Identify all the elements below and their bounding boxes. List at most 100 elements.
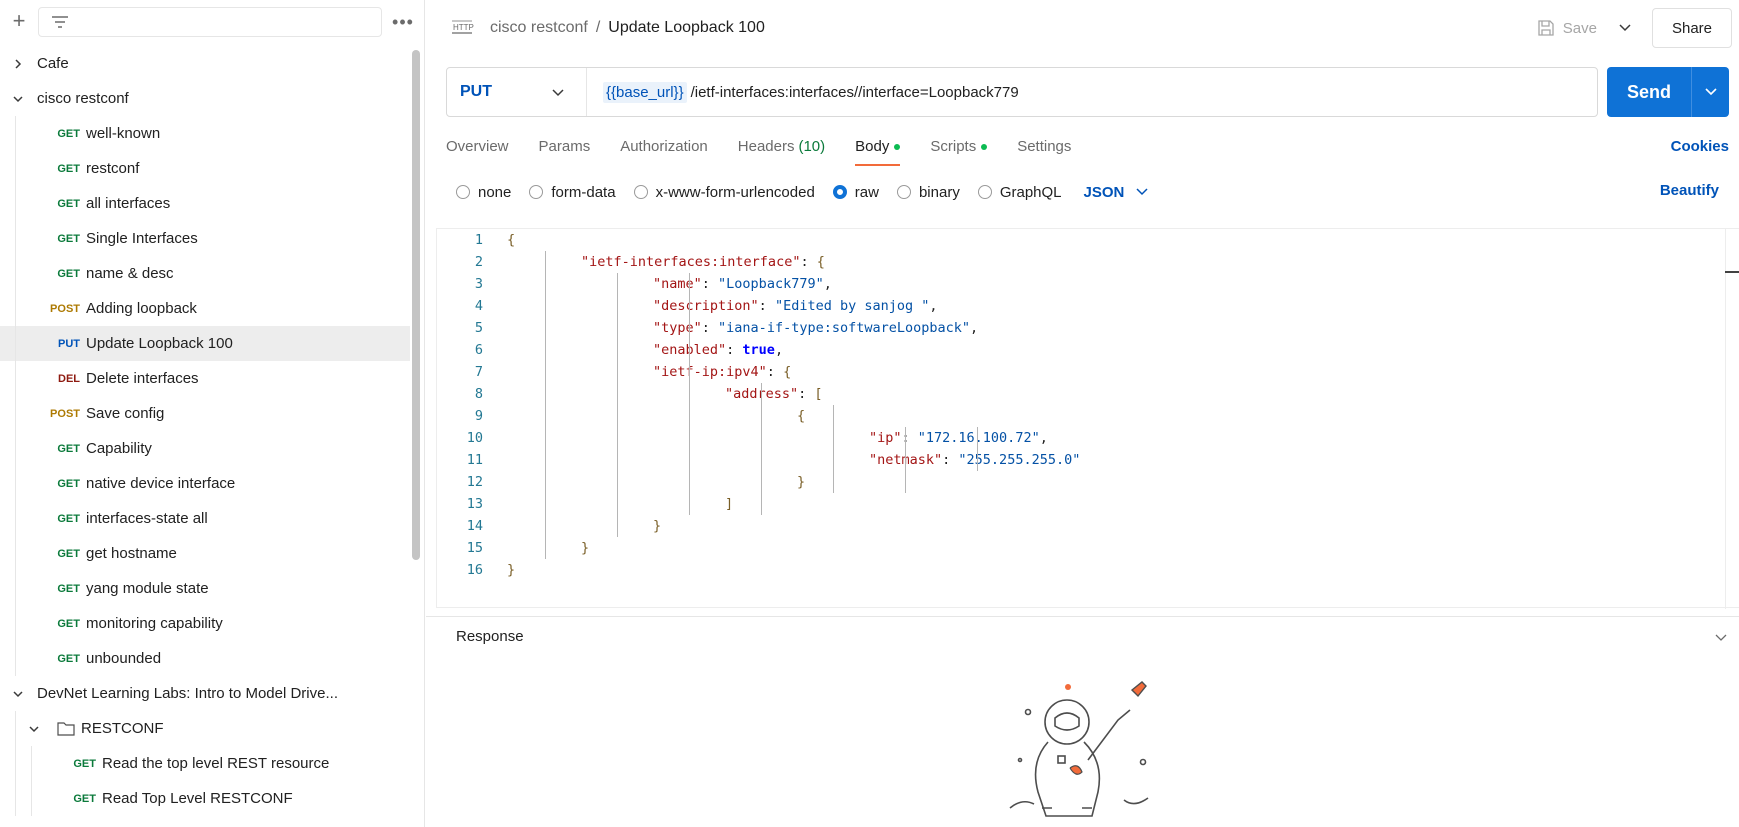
sidebar-request-item[interactable]: GET name & desc: [0, 256, 410, 291]
line-number: 9: [474, 408, 483, 424]
line-number: 8: [474, 386, 483, 402]
sidebar-request-item[interactable]: POST Save config: [0, 396, 410, 431]
method-badge: GET: [57, 582, 80, 595]
breadcrumb: cisco restconf / Update Loopback 100: [490, 19, 765, 37]
code-line: "enabled": true,: [653, 342, 784, 358]
sidebar-request-item[interactable]: GET native device interface: [0, 466, 410, 501]
filter-input[interactable]: [38, 7, 382, 37]
line-number: 3: [474, 276, 483, 292]
chevron-down-icon[interactable]: [27, 722, 41, 736]
svg-text:HTTP: HTTP: [453, 23, 474, 32]
radio-circle[interactable]: [832, 185, 847, 199]
code-editor[interactable]: 1 2 3 4 5 6 7 8 9 10 11 12 13 14 15 16 { "ietf-interfac…: [436, 228, 1739, 609]
tab-body[interactable]: Body: [855, 130, 901, 166]
tab-body-label: Body: [855, 138, 890, 155]
code-line: }: [797, 474, 806, 490]
radio-binary[interactable]: binary: [896, 184, 960, 201]
sidebar-request-item[interactable]: DEL Delete interfaces: [0, 361, 410, 396]
tree-guide: [15, 536, 16, 571]
tab-headers[interactable]: Headers (10): [738, 130, 825, 166]
indent-guide: [833, 405, 834, 493]
sidebar-request-item[interactable]: GET yang module state: [0, 571, 410, 606]
tree-guide: [15, 606, 16, 641]
sidebar-request-item[interactable]: GET interfaces-state all: [0, 501, 410, 536]
tab-settings[interactable]: Settings: [1017, 130, 1071, 166]
radio-circle[interactable]: [977, 185, 992, 199]
astronaut-illustration: [1009, 681, 1149, 817]
chevron-down-icon[interactable]: [11, 92, 25, 106]
chevron-right-icon[interactable]: [11, 57, 25, 71]
sidebar-request-item[interactable]: GET unbounded: [0, 641, 410, 676]
sidebar-request-item[interactable]: GET well-known: [0, 116, 410, 151]
sidebar-request-item[interactable]: GET Read Top Level RESTCONF: [0, 781, 410, 816]
chevron-down-icon[interactable]: [1715, 629, 1727, 645]
format-select[interactable]: JSON: [1084, 184, 1149, 201]
request-name: Delete interfaces: [86, 370, 199, 387]
method-badge: PUT: [58, 337, 80, 350]
sidebar-request-item[interactable]: GET Single Interfaces: [0, 221, 410, 256]
folder-restconf[interactable]: RESTCONF: [0, 711, 410, 746]
code-line: }: [653, 518, 662, 534]
sidebar-request-item[interactable]: GET get hostname: [0, 536, 410, 571]
sidebar-request-item[interactable]: GET monitoring capability: [0, 606, 410, 641]
save-options-chevron-icon[interactable]: [1609, 10, 1639, 46]
radio-none[interactable]: none: [456, 184, 511, 201]
status-dot: [981, 144, 988, 150]
sidebar-request-item[interactable]: GET all interfaces: [0, 186, 410, 221]
line-number: 10: [466, 430, 483, 446]
breadcrumb-collection[interactable]: cisco restconf: [490, 19, 588, 37]
new-button[interactable]: +: [8, 10, 30, 33]
radio-circle[interactable]: [896, 185, 911, 199]
collection-cafe[interactable]: Cafe: [0, 46, 410, 81]
share-button[interactable]: Share: [1652, 8, 1732, 48]
radio-form-data[interactable]: form-data: [529, 184, 616, 201]
tab-scripts[interactable]: Scripts: [930, 130, 988, 166]
tree-guide: [15, 431, 16, 466]
line-number: 1: [474, 232, 483, 248]
tab-params[interactable]: Params: [539, 130, 591, 166]
tree-guide: [15, 186, 16, 221]
radio-circle[interactable]: [456, 185, 470, 199]
chevron-down-icon[interactable]: [11, 687, 25, 701]
request-tabs: Overview Params Authorization Headers (1…: [446, 130, 1101, 166]
radio-graphql[interactable]: GraphQL: [977, 184, 1062, 201]
send-options-chevron-icon[interactable]: [1692, 88, 1729, 96]
sidebar-request-item[interactable]: POST Adding loopback: [0, 291, 410, 326]
radio-urlencoded[interactable]: x-www-form-urlencoded: [633, 184, 815, 201]
folder-icon: [57, 722, 75, 736]
save-button[interactable]: Save: [1525, 10, 1609, 46]
sidebar-request-item[interactable]: GET restconf: [0, 151, 410, 186]
tab-overview[interactable]: Overview: [446, 130, 509, 166]
send-button[interactable]: Send: [1607, 67, 1729, 117]
url-path: /ietf-interfaces:interfaces//interface=L…: [690, 83, 1019, 101]
collection-cisco-restconf[interactable]: cisco restconf: [0, 81, 410, 116]
code-line: }: [581, 540, 590, 556]
tab-scripts-label: Scripts: [930, 138, 977, 155]
editor-scrollbar[interactable]: [1725, 229, 1739, 609]
method-select[interactable]: PUT: [447, 68, 587, 116]
sidebar-request-item[interactable]: GET Capability: [0, 431, 410, 466]
tab-authorization[interactable]: Authorization: [620, 130, 708, 166]
radio-label: none: [478, 183, 512, 201]
tree-guide: [15, 396, 16, 431]
sidebar-scrollbar[interactable]: [412, 50, 420, 560]
request-title[interactable]: Update Loopback 100: [608, 19, 765, 37]
method-badge: GET: [57, 197, 80, 210]
radio-circle[interactable]: [633, 185, 648, 199]
url-input[interactable]: {{base_url}} /ietf-interfaces:interfaces…: [603, 81, 1019, 103]
collection-devnet[interactable]: DevNet Learning Labs: Intro to Model Dri…: [0, 676, 410, 711]
radio-circle[interactable]: [529, 185, 544, 199]
radio-raw[interactable]: raw: [832, 184, 879, 201]
request-name: Save config: [86, 405, 165, 422]
indent-guide: [689, 273, 690, 515]
more-icon[interactable]: •••: [390, 12, 416, 33]
cookies-link[interactable]: Cookies: [1671, 138, 1729, 155]
beautify-link[interactable]: Beautify: [1660, 182, 1719, 199]
indent-guide: [977, 427, 978, 471]
sidebar: + ••• Cafe cisco restconf GET well-known G…: [0, 0, 425, 827]
sidebar-request-item[interactable]: GET Read the top level REST resource: [0, 746, 410, 781]
line-number: 2: [474, 254, 483, 270]
response-panel-header[interactable]: Response: [426, 616, 1739, 656]
url-variable[interactable]: {{base_url}}: [603, 81, 687, 103]
sidebar-request-item[interactable]: PUT Update Loopback 100: [0, 326, 410, 361]
